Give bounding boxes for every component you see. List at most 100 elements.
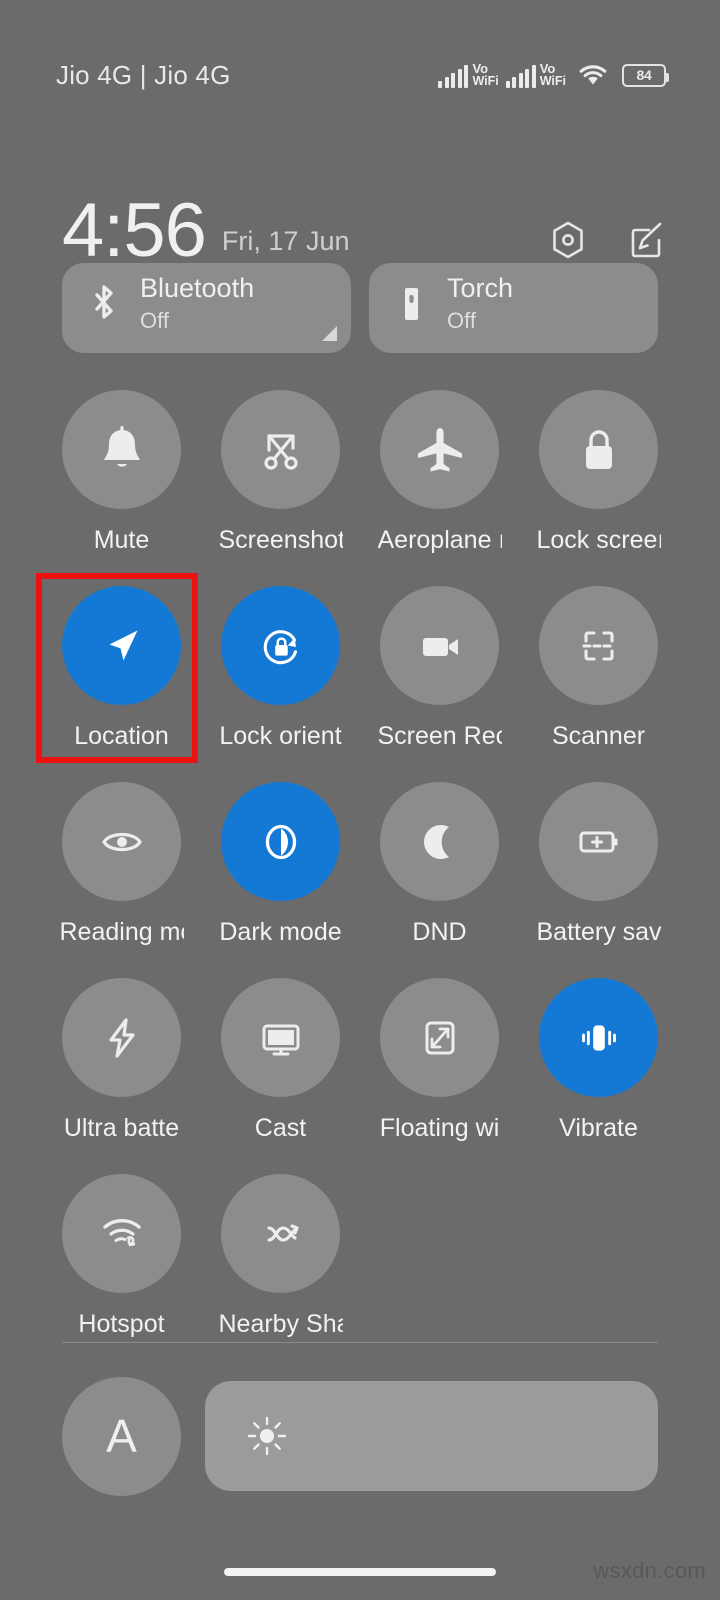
bluetooth-tile-text: Bluetooth Off — [140, 272, 255, 334]
battery-percent-label: 84 — [636, 67, 652, 83]
tile-nearby-share-circle[interactable] — [221, 1174, 340, 1293]
location-arrow-icon — [108, 630, 137, 660]
eye-icon — [101, 832, 142, 851]
tile-screenshot-circle[interactable] — [221, 390, 340, 509]
tile-ultra-battery-label: Ultra batte — [63, 1115, 180, 1142]
torch-tile-text: Torch Off — [447, 272, 514, 334]
quick-settings-grid: Mute Screenshot Aeroplane ı Lock screeı … — [0, 378, 720, 1358]
vowifi-label-sim2: Vo WiFi — [540, 62, 566, 88]
tile-hotspot[interactable]: Hotspot — [42, 1162, 201, 1358]
tile-scanner[interactable]: Scanner — [519, 574, 678, 770]
tile-cast[interactable]: Cast — [201, 966, 360, 1162]
tile-ultra-battery-circle[interactable] — [62, 978, 181, 1097]
lightning-bolt-icon — [108, 1017, 135, 1058]
tile-vibrate-label: Vibrate — [559, 1115, 638, 1142]
torch-tile[interactable]: Torch Off — [369, 263, 658, 353]
tile-location-circle[interactable] — [62, 586, 181, 705]
header-action-group — [548, 220, 666, 260]
primary-tile-row: Bluetooth Off Torch Off — [0, 263, 720, 353]
status-icon-group: Vo WiFi Vo WiFi 84 — [438, 62, 669, 89]
tile-aeroplane-label: Aeroplane ı — [377, 527, 502, 554]
tile-battery-saver[interactable]: Battery sav — [519, 770, 678, 966]
tile-lock-screen-label: Lock screeı — [536, 527, 661, 554]
tile-mute-circle[interactable] — [62, 390, 181, 509]
padlock-icon — [585, 429, 612, 469]
torch-tile-title: Torch — [447, 272, 514, 303]
home-gesture-pill[interactable] — [224, 1568, 496, 1576]
nearby-share-icon — [266, 1223, 299, 1242]
quick-settings-panel: Jio 4G | Jio 4G Vo WiFi Vo WiFi 84 4:56 … — [0, 0, 720, 1600]
torch-tile-status: Off — [447, 307, 476, 333]
contrast-circle-icon — [265, 824, 296, 859]
moon-icon — [423, 824, 449, 859]
tile-ultra-battery-saver[interactable]: Ultra batte — [42, 966, 201, 1162]
signal-indicator-sim2: Vo WiFi — [505, 62, 566, 88]
tile-location[interactable]: Location — [42, 574, 201, 770]
tile-vibrate-circle[interactable] — [539, 978, 658, 1097]
bluetooth-tile-title: Bluetooth — [140, 272, 255, 303]
auto-brightness-button[interactable]: A — [62, 1376, 181, 1496]
tile-vibrate[interactable]: Vibrate — [519, 966, 678, 1162]
vowifi-bottom-sim2: WiFi — [539, 74, 566, 89]
tile-screen-recorder[interactable]: Screen Rec — [360, 574, 519, 770]
tile-dark-mode[interactable]: Dark mode — [201, 770, 360, 966]
bluetooth-expand-icon[interactable] — [322, 326, 337, 341]
hotspot-icon — [102, 1218, 141, 1246]
tile-reading-mode[interactable]: Reading mo — [42, 770, 201, 966]
tile-nearby-share[interactable]: Nearby Sha — [201, 1162, 360, 1358]
scissors-icon — [263, 433, 298, 470]
tile-lock-orientation[interactable]: Lock orient — [201, 574, 360, 770]
monitor-icon — [262, 1024, 299, 1055]
video-camera-icon — [422, 637, 458, 656]
tile-dnd-circle[interactable] — [380, 782, 499, 901]
bluetooth-tile-status: Off — [140, 307, 169, 333]
tile-reading-mode-circle[interactable] — [62, 782, 181, 901]
tile-mute[interactable]: Mute — [42, 378, 201, 574]
tile-dnd-label: DND — [412, 919, 467, 946]
brightness-row: A — [0, 1374, 720, 1498]
tile-floating-window[interactable]: Floating wi — [360, 966, 519, 1162]
tile-scanner-circle[interactable] — [539, 586, 658, 705]
tile-location-label: Location — [74, 723, 169, 750]
carrier-label: Jio 4G | Jio 4G — [56, 59, 231, 90]
tile-cast-circle[interactable] — [221, 978, 340, 1097]
tile-screen-recorder-label: Screen Rec — [377, 723, 502, 750]
battery-plus-icon — [579, 831, 617, 852]
tile-dnd[interactable]: DND — [360, 770, 519, 966]
tile-aeroplane-mode[interactable]: Aeroplane ı — [360, 378, 519, 574]
wifi-icon — [578, 64, 608, 87]
tile-screenshot-label: Screenshot — [218, 527, 343, 554]
clock-header: 4:56 Fri, 17 Jun — [0, 178, 720, 274]
settings-gear-icon[interactable] — [548, 220, 588, 260]
aeroplane-icon — [417, 427, 462, 471]
torch-icon — [391, 282, 431, 328]
tile-screen-recorder-circle[interactable] — [380, 586, 499, 705]
vibrate-icon — [581, 1024, 616, 1051]
scan-frame-icon — [581, 630, 616, 661]
tile-dark-mode-circle[interactable] — [221, 782, 340, 901]
signal-indicator-sim1: Vo WiFi — [438, 62, 499, 89]
edit-pencil-icon[interactable] — [626, 220, 666, 260]
tile-lock-screen[interactable]: Lock screeı — [519, 378, 678, 574]
bluetooth-tile[interactable]: Bluetooth Off — [62, 263, 351, 353]
tile-hotspot-label: Hotspot — [78, 1311, 165, 1338]
tile-hotspot-circle[interactable] — [62, 1174, 181, 1293]
clock-date: Fri, 17 Jun — [221, 226, 350, 256]
floating-window-icon — [425, 1021, 454, 1054]
clock-time: 4:56 — [62, 188, 207, 274]
brightness-slider[interactable] — [205, 1381, 658, 1491]
tile-floating-window-circle[interactable] — [380, 978, 499, 1097]
watermark: wsxdn.com — [593, 1558, 706, 1583]
tile-battery-saver-circle[interactable] — [539, 782, 658, 901]
tile-lock-screen-circle[interactable] — [539, 390, 658, 509]
battery-indicator: 84 — [622, 63, 669, 87]
tile-dark-mode-label: Dark mode — [219, 919, 342, 946]
vowifi-bottom-sim1: WiFi — [472, 74, 499, 89]
tile-aeroplane-circle[interactable] — [380, 390, 499, 509]
tile-lock-orientation-circle[interactable] — [221, 586, 340, 705]
tile-battery-saver-label: Battery sav — [536, 919, 661, 946]
brightness-sun-icon — [243, 1412, 291, 1460]
tile-screenshot[interactable]: Screenshot — [201, 378, 360, 574]
tile-reading-mode-label: Reading mo — [59, 919, 184, 946]
signal-bars-icon — [438, 64, 469, 88]
